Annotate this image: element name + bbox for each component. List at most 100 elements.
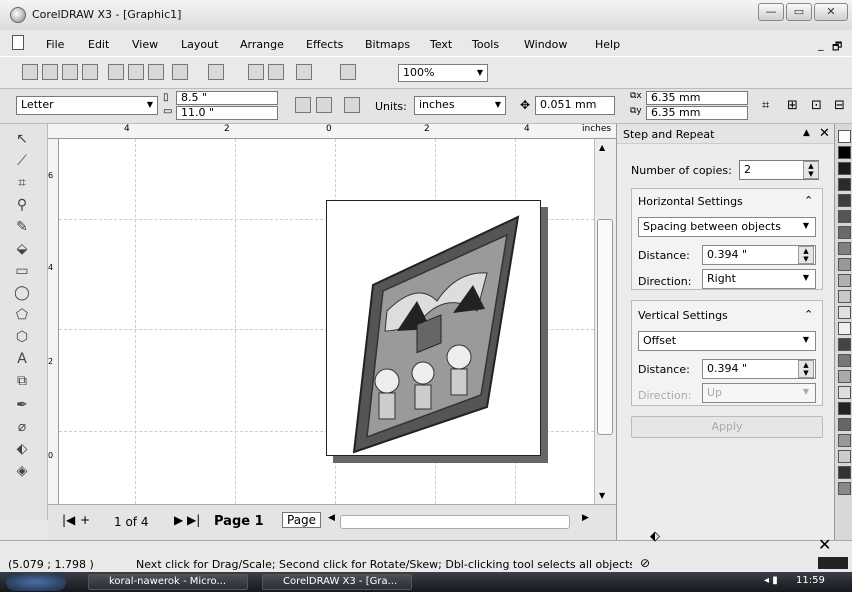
shape-tool-icon[interactable]: ⟋	[12, 152, 32, 170]
interactive-blend-tool-icon[interactable]: ⧉	[12, 372, 32, 390]
open-icon[interactable]	[42, 64, 58, 80]
color-swatch[interactable]	[838, 434, 851, 447]
outline-tool-icon[interactable]: ⌀	[12, 418, 32, 436]
drawing-canvas[interactable]	[59, 139, 594, 504]
basic-shapes-tool-icon[interactable]: ⬡	[12, 328, 32, 346]
collapse-icon[interactable]: ▲	[803, 128, 810, 138]
text-tool-icon[interactable]: A	[12, 350, 32, 368]
duplicate-y-field[interactable]: 6.35 mm	[646, 106, 748, 120]
chevron-up-icon[interactable]: ⌃	[804, 308, 813, 321]
first-page-icon[interactable]: |◀	[62, 513, 75, 527]
paper-height-field[interactable]: 11.0 "	[176, 106, 278, 120]
close-button[interactable]: ✕	[814, 3, 848, 21]
menu-edit[interactable]: Edit	[88, 38, 109, 51]
coreldraw-app-icon[interactable]	[10, 7, 26, 23]
color-swatch[interactable]	[838, 274, 851, 287]
printable-page[interactable]	[326, 200, 541, 456]
color-swatch[interactable]	[838, 354, 851, 367]
network-icon[interactable]: ◂ ▮	[764, 575, 778, 586]
doc-minimize-button[interactable]: _	[818, 38, 824, 51]
new-icon[interactable]	[22, 64, 38, 80]
scroll-thumb[interactable]	[597, 219, 613, 435]
smart-fill-tool-icon[interactable]: ⬙	[12, 240, 32, 258]
menu-bitmaps[interactable]: Bitmaps	[365, 38, 410, 51]
color-swatch[interactable]	[838, 370, 851, 383]
color-swatch[interactable]	[838, 450, 851, 463]
paper-type-select[interactable]: Letter ▼	[16, 96, 158, 115]
portrait-icon[interactable]	[295, 97, 311, 113]
rectangle-tool-icon[interactable]: ▭	[12, 262, 32, 280]
add-page-icon[interactable]: +	[80, 513, 90, 527]
interactive-fill-tool-icon[interactable]: ◈	[12, 462, 32, 480]
copies-spinner[interactable]: ▲ ▼	[803, 161, 819, 179]
scroll-up-icon[interactable]: ▲	[599, 143, 605, 152]
vertical-mode-select[interactable]: Offset ▼	[638, 331, 816, 351]
menu-file[interactable]: File	[46, 38, 64, 51]
eyedropper-tool-icon[interactable]: ✒	[12, 396, 32, 414]
landscape-icon[interactable]	[316, 97, 332, 113]
menu-window[interactable]: Window	[524, 38, 567, 51]
vertical-scrollbar[interactable]: ▲ ▼	[594, 139, 616, 504]
color-swatch[interactable]	[838, 386, 851, 399]
options-icon[interactable]: ⊟	[834, 98, 845, 113]
pick-tool-icon[interactable]: ↖	[12, 130, 32, 148]
nudge-distance-field[interactable]: 0.051 mm	[535, 96, 615, 115]
color-swatch[interactable]	[838, 418, 851, 431]
all-pages-icon[interactable]	[344, 97, 360, 113]
color-swatch[interactable]	[838, 482, 851, 495]
menu-layout[interactable]: Layout	[181, 38, 218, 51]
color-swatch[interactable]	[838, 290, 851, 303]
copy-icon[interactable]	[128, 64, 144, 80]
fill-tool-icon[interactable]: ⬖	[12, 440, 32, 458]
maximize-button[interactable]: ▭	[786, 3, 812, 21]
redo-icon[interactable]	[208, 64, 224, 80]
doc-restore-button[interactable]: 🗗	[832, 38, 842, 57]
snap-icon[interactable]: ⊞	[787, 98, 798, 113]
tab-page-1[interactable]: Page 1	[214, 514, 264, 529]
horizontal-direction-select[interactable]: Right ▼	[702, 269, 816, 289]
ellipse-tool-icon[interactable]: ◯	[12, 284, 32, 302]
color-swatch[interactable]	[838, 402, 851, 415]
horizontal-ruler[interactable]: 4 2 0 2 4 inches	[48, 124, 616, 139]
next-page-icon[interactable]: ▶ ▶|	[174, 513, 200, 527]
skewed-artwork[interactable]	[327, 201, 542, 457]
color-swatch[interactable]	[838, 162, 851, 175]
crop-tool-icon[interactable]: ⌗	[12, 174, 32, 192]
units-select[interactable]: inches ▼	[414, 96, 506, 115]
horizontal-distance-spinner[interactable]: ▲ ▼	[798, 246, 814, 264]
paste-icon[interactable]	[148, 64, 164, 80]
save-icon[interactable]	[62, 64, 78, 80]
menu-view[interactable]: View	[132, 38, 158, 51]
color-swatch[interactable]	[838, 178, 851, 191]
horizontal-scrollbar[interactable]	[340, 515, 570, 529]
menu-tools[interactable]: Tools	[472, 38, 499, 51]
menu-effects[interactable]: Effects	[306, 38, 343, 51]
zoom-tool-icon[interactable]: ⚲	[12, 196, 32, 214]
color-swatch[interactable]	[838, 146, 851, 159]
close-docker-icon[interactable]: ✕	[819, 126, 830, 141]
import-icon[interactable]	[248, 64, 264, 80]
color-swatch[interactable]	[838, 258, 851, 271]
chevron-up-icon[interactable]: ⌃	[804, 194, 813, 207]
color-swatch[interactable]	[838, 242, 851, 255]
scroll-right-icon[interactable]: ▶	[582, 513, 589, 523]
duplicate-x-field[interactable]: 6.35 mm	[646, 91, 748, 105]
welcome-screen-icon[interactable]	[340, 64, 356, 80]
vertical-ruler[interactable]: 6 4 2 0	[48, 139, 59, 519]
color-swatch[interactable]	[838, 210, 851, 223]
horizontal-mode-select[interactable]: Spacing between objects ▼	[638, 217, 816, 237]
application-launcher-icon[interactable]	[296, 64, 312, 80]
export-icon[interactable]	[268, 64, 284, 80]
paper-width-field[interactable]: 8.5 "	[176, 91, 278, 105]
taskbar-item-coreldraw[interactable]: CorelDRAW X3 - [Gra...	[262, 574, 412, 590]
taskbar-item-word[interactable]: koral-nawerok - Micro...	[88, 574, 248, 590]
color-swatch[interactable]	[838, 322, 851, 335]
print-icon[interactable]	[82, 64, 98, 80]
zoom-level-select[interactable]: 100% ▼	[398, 64, 488, 82]
guidelines-icon[interactable]: ⊡	[811, 98, 822, 113]
menu-help[interactable]: Help	[595, 38, 620, 51]
color-swatch[interactable]	[838, 194, 851, 207]
scroll-down-icon[interactable]: ▼	[599, 491, 605, 500]
scroll-left-icon[interactable]: ◀	[328, 513, 335, 523]
document-icon[interactable]	[12, 35, 24, 50]
